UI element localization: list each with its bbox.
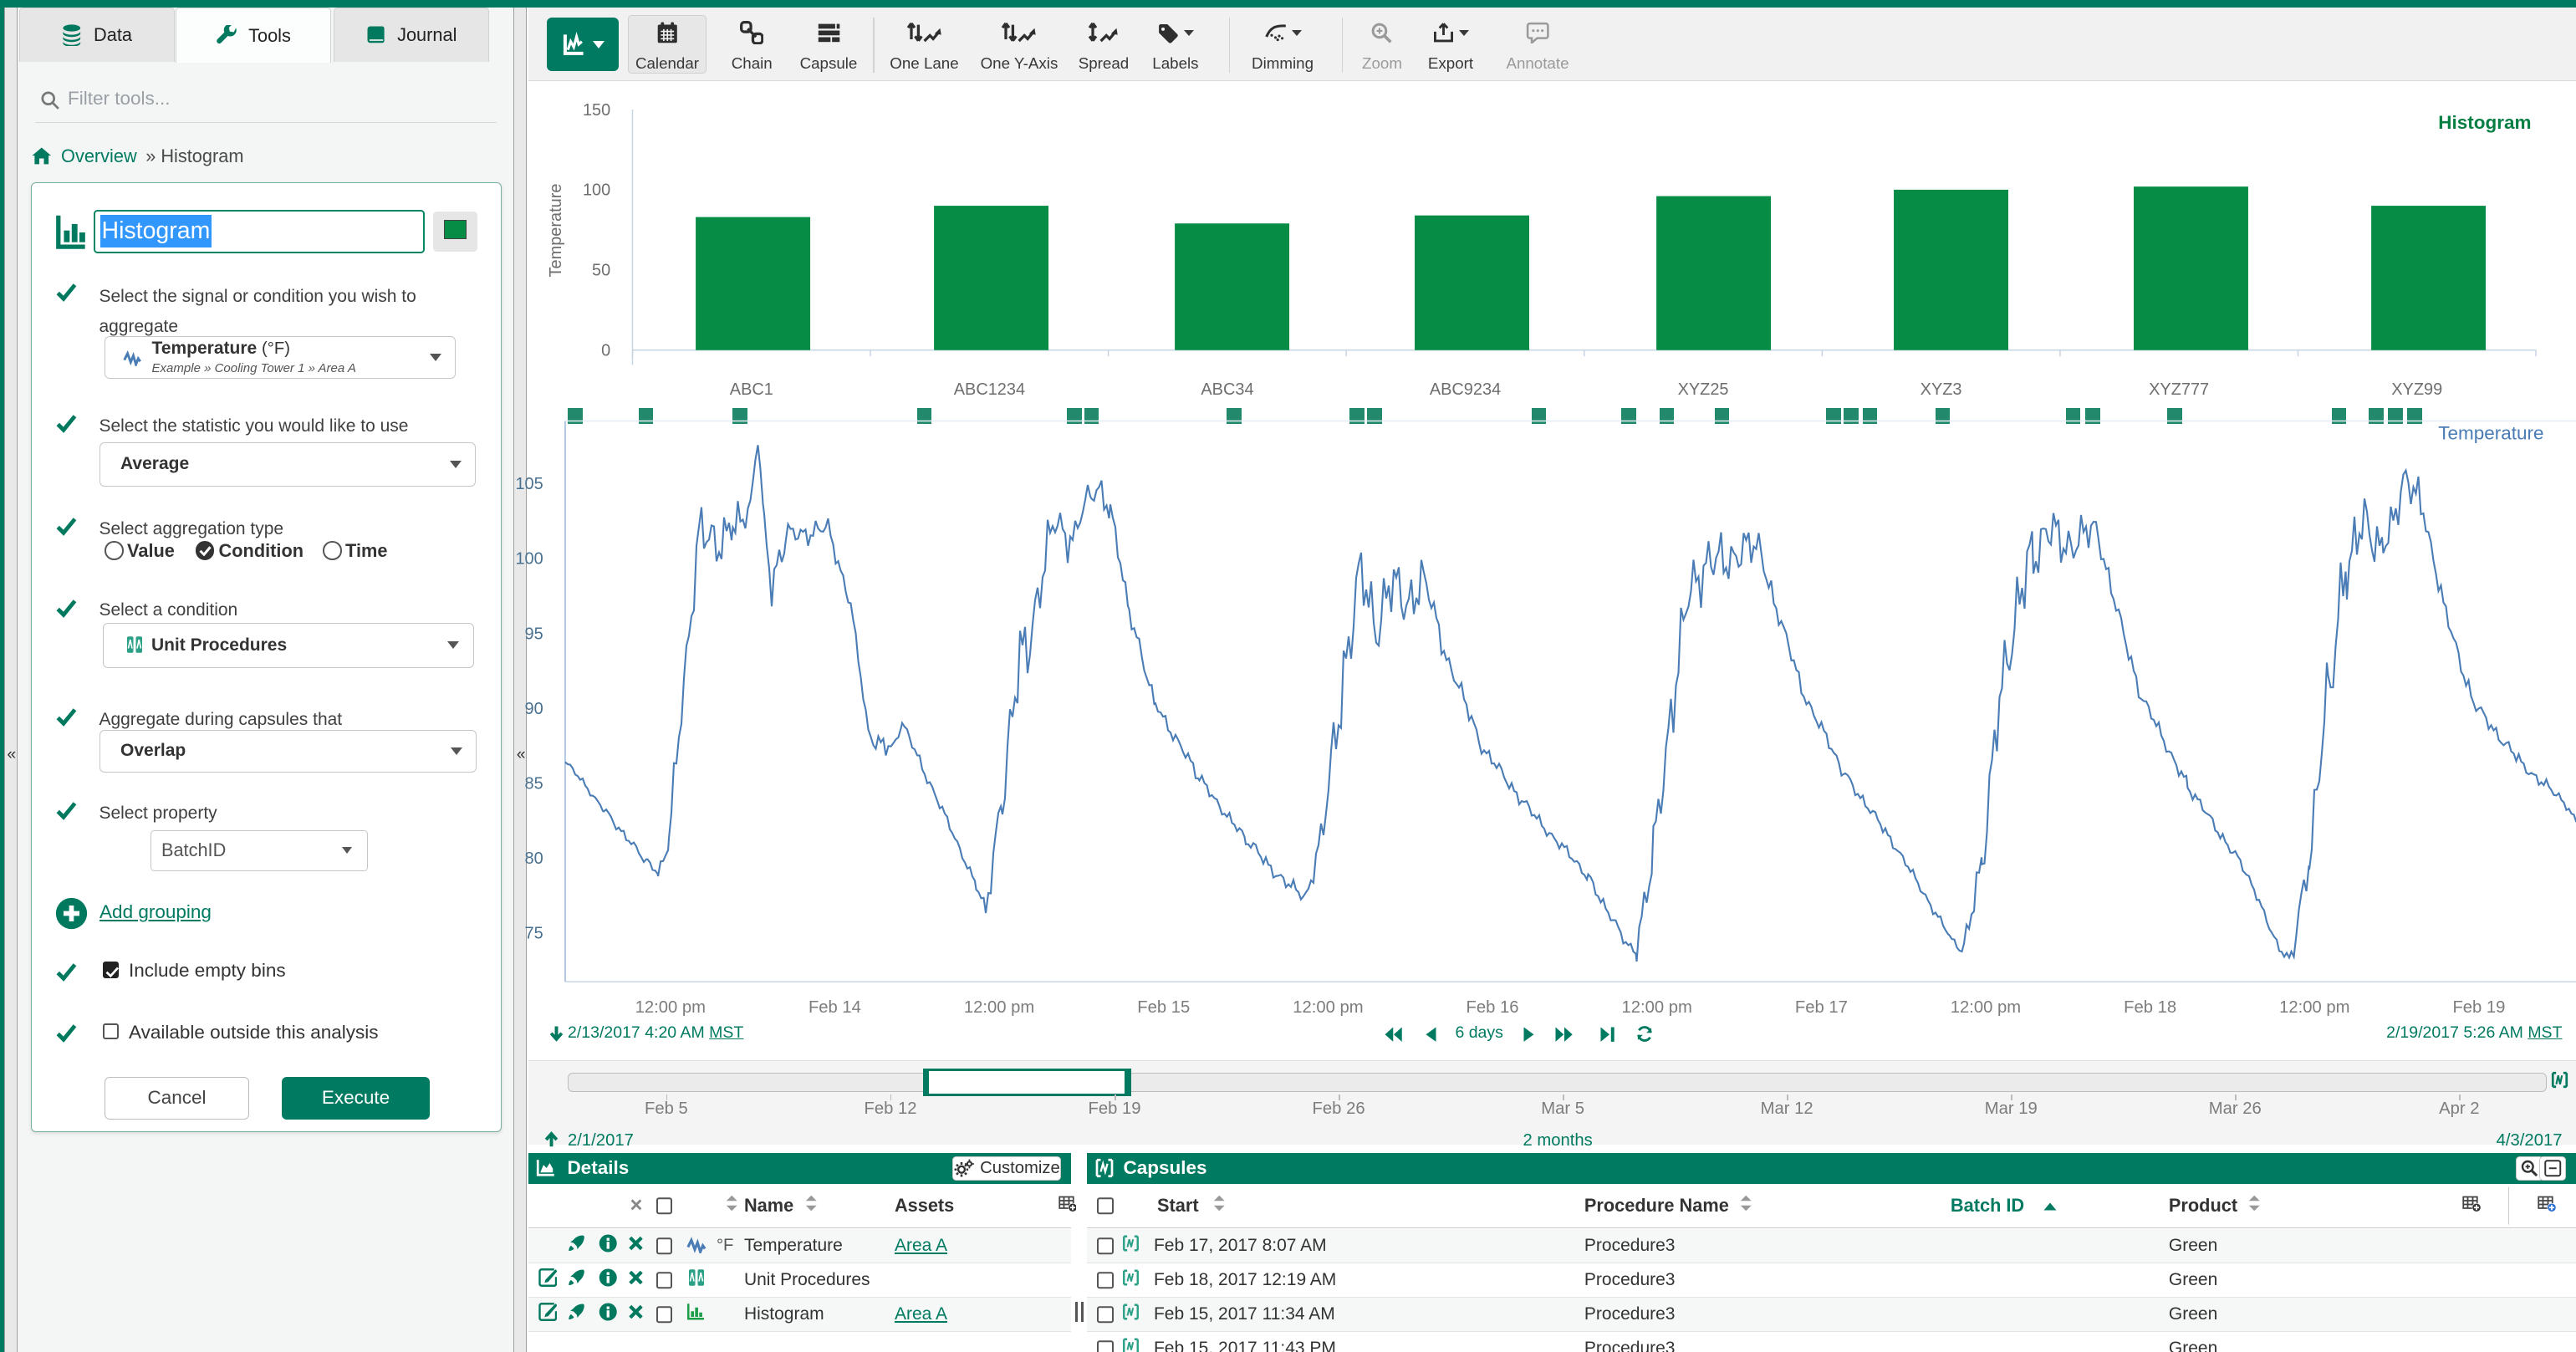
svg-text:XYZ777: XYZ777 — [2149, 380, 2209, 399]
svg-text:12:00 pm: 12:00 pm — [2279, 997, 2349, 1016]
svg-text:12:00 pm: 12:00 pm — [964, 997, 1034, 1016]
svg-text:XYZ3: XYZ3 — [1921, 380, 1962, 399]
svg-text:100: 100 — [515, 549, 543, 568]
svg-text:ABC1: ABC1 — [730, 380, 773, 399]
svg-text:Temperature: Temperature — [2438, 422, 2543, 443]
svg-text:Histogram: Histogram — [2438, 112, 2531, 133]
svg-text:150: 150 — [583, 101, 610, 120]
svg-text:ABC9234: ABC9234 — [1430, 380, 1501, 399]
svg-text:Feb 15: Feb 15 — [1137, 997, 1190, 1016]
svg-text:Feb 16: Feb 16 — [1466, 997, 1518, 1016]
svg-text:90: 90 — [524, 699, 543, 717]
svg-text:Feb 18: Feb 18 — [2124, 997, 2176, 1016]
svg-text:Feb 14: Feb 14 — [809, 997, 861, 1016]
svg-text:Feb 19: Feb 19 — [2452, 997, 2505, 1016]
svg-text:80: 80 — [524, 849, 543, 867]
svg-text:12:00 pm: 12:00 pm — [1293, 997, 1363, 1016]
svg-text:Feb 17: Feb 17 — [1795, 997, 1848, 1016]
svg-text:105: 105 — [515, 475, 543, 493]
svg-text:ABC34: ABC34 — [1201, 380, 1253, 399]
svg-text:95: 95 — [524, 625, 543, 643]
svg-text:50: 50 — [592, 262, 610, 280]
svg-text:75: 75 — [524, 924, 543, 942]
svg-text:12:00 pm: 12:00 pm — [1621, 997, 1691, 1016]
svg-text:XYZ99: XYZ99 — [2391, 380, 2442, 399]
svg-text:ABC1234: ABC1234 — [954, 380, 1025, 399]
svg-text:0: 0 — [601, 342, 610, 360]
svg-text:Temperature: Temperature — [547, 184, 565, 278]
svg-text:100: 100 — [583, 181, 610, 200]
svg-text:85: 85 — [524, 774, 543, 793]
svg-text:12:00 pm: 12:00 pm — [1951, 997, 2021, 1016]
svg-text:XYZ25: XYZ25 — [1678, 380, 1729, 399]
svg-text:12:00 pm: 12:00 pm — [635, 997, 706, 1016]
